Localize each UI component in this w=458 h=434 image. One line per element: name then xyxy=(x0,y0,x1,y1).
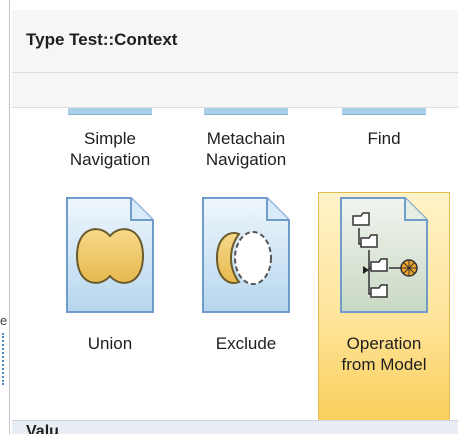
panel-header: Type Test::Context xyxy=(12,10,458,73)
exclude-icon xyxy=(202,197,290,313)
simple-navigation-icon xyxy=(68,108,152,115)
metachain-navigation-icon xyxy=(204,108,288,115)
palette-grid: Simple Navigation Metachain Navigation F… xyxy=(12,108,458,422)
palette-item-label: Union xyxy=(87,334,133,353)
palette-item-label: Navigation xyxy=(69,150,151,169)
palette-item-label: Operation xyxy=(346,334,422,353)
palette-item-label: Metachain xyxy=(206,129,286,148)
palette-item-operation-from-model[interactable]: Operation from Model xyxy=(318,192,450,422)
left-edge-text: e xyxy=(0,313,7,328)
palette-item-label: Navigation xyxy=(205,150,287,169)
resize-handle[interactable] xyxy=(2,333,7,385)
next-section-header[interactable]: Valu xyxy=(12,420,458,434)
palette-window: e Type Test::Context Simple Navigation M… xyxy=(0,0,458,434)
palette-item-label: from Model xyxy=(341,355,427,374)
find-icon xyxy=(342,108,426,115)
palette-item-label: Find xyxy=(367,129,401,148)
palette-item-label: Exclude xyxy=(215,334,277,353)
operation-from-model-icon xyxy=(340,197,428,313)
header-spacer xyxy=(12,73,458,108)
union-icon xyxy=(66,197,154,313)
section-title: Valu xyxy=(26,423,59,434)
panel-divider xyxy=(9,0,10,434)
palette-item-label: Simple xyxy=(84,129,136,148)
palette-panel: Type Test::Context Simple Navigation Met… xyxy=(12,0,458,434)
panel-title: Type Test::Context xyxy=(26,30,178,49)
